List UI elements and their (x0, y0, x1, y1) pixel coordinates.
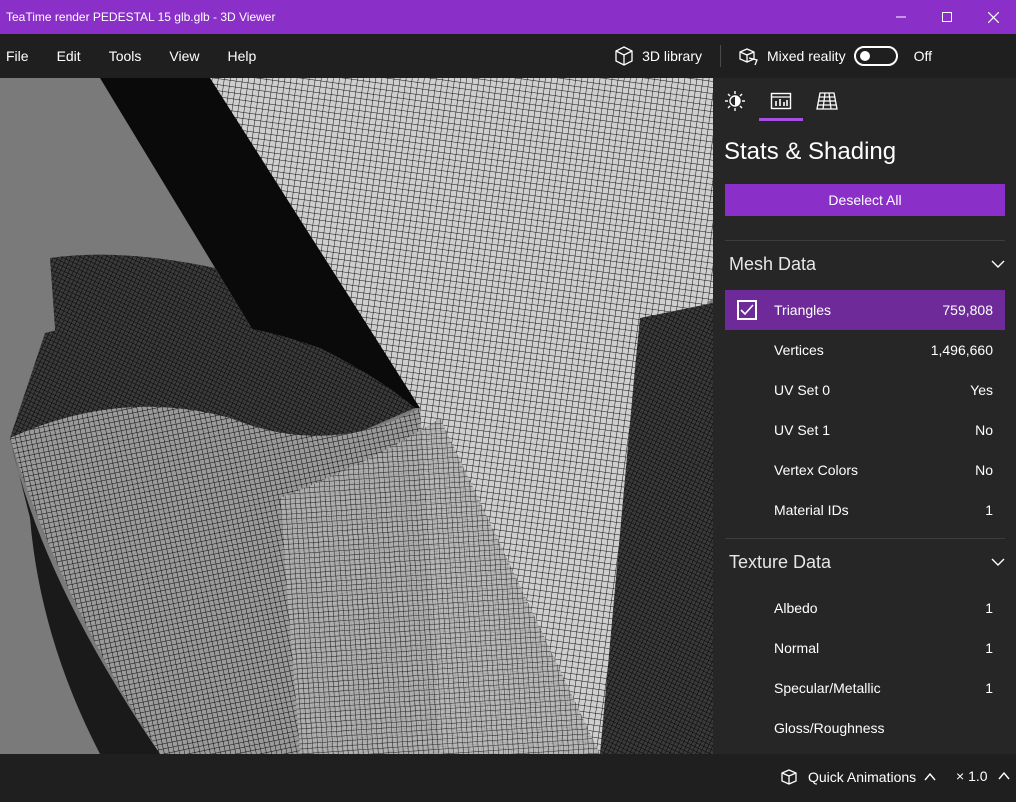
row-name: Specular/Metallic (774, 680, 881, 696)
tab-grid[interactable] (815, 90, 839, 120)
mixed-reality-control[interactable]: Mixed reality (727, 34, 908, 78)
menu-help[interactable]: Help (219, 34, 264, 78)
triangles-checkbox[interactable] (737, 300, 757, 320)
row-value: 1 (985, 502, 993, 518)
menu-file[interactable]: File (0, 34, 37, 78)
menu-bar: File Edit Tools View Help 3D library Mix… (0, 34, 1016, 78)
mesh-row-vertices[interactable]: Vertices 1,496,660 (725, 330, 1005, 370)
mixed-reality-state: Off (913, 48, 932, 64)
stats-panel: Stats & Shading Deselect All Mesh Data T… (713, 78, 1016, 754)
minimize-button[interactable] (878, 0, 924, 34)
3d-library-label: 3D library (642, 48, 702, 64)
title-bar: TeaTime render PEDESTAL 15 glb.glb - 3D … (0, 0, 1016, 34)
bottom-bar: Quick Animations × 1.0 (0, 754, 1016, 802)
row-name: UV Set 0 (774, 382, 831, 398)
row-value: Yes (970, 382, 993, 398)
close-icon (987, 11, 999, 23)
playback-speed-label: × 1.0 (956, 768, 988, 784)
row-value: 1 (985, 600, 993, 616)
row-name: Triangles (774, 302, 832, 318)
row-name: Normal (774, 640, 820, 656)
mesh-row-triangles[interactable]: Triangles 759,808 (725, 290, 1005, 330)
maximize-button[interactable] (924, 0, 970, 34)
window-title: TeaTime render PEDESTAL 15 glb.glb - 3D … (6, 10, 276, 24)
tab-lighting[interactable] (723, 90, 747, 120)
playback-speed-button[interactable]: × 1.0 (956, 768, 1010, 784)
checkmark-icon (740, 304, 754, 316)
mesh-row-material-ids[interactable]: Material IDs 1 (725, 490, 1005, 530)
texture-data-title: Texture Data (729, 551, 832, 572)
row-value: 759,808 (942, 302, 993, 318)
row-value: 1 (985, 640, 993, 656)
3d-library-button[interactable]: 3D library (602, 34, 714, 78)
deselect-all-button[interactable]: Deselect All (725, 184, 1005, 216)
row-name: Albedo (774, 600, 818, 616)
mesh-row-uv-set-1[interactable]: UV Set 1 No (725, 410, 1005, 450)
row-name: Vertex Colors (774, 462, 859, 478)
row-name: Gloss/Roughness (774, 720, 885, 736)
texture-row-normal[interactable]: Normal 1 (725, 628, 1005, 668)
maximize-icon (942, 12, 952, 22)
lighting-icon (725, 91, 745, 111)
mixed-reality-label: Mixed reality (766, 48, 846, 64)
tab-stats[interactable] (759, 90, 803, 121)
menu-separator (719, 45, 721, 67)
menu-left: File Edit Tools View Help (0, 34, 264, 78)
row-value: No (975, 462, 993, 478)
row-value: No (975, 422, 993, 438)
menu-tools[interactable]: Tools (101, 34, 150, 78)
3d-viewport[interactable] (0, 78, 713, 754)
row-value: 1 (985, 680, 993, 696)
close-button[interactable] (970, 0, 1016, 34)
mixed-reality-toggle[interactable] (853, 46, 898, 66)
texture-row-albedo[interactable]: Albedo 1 (725, 588, 1005, 628)
row-name: Vertices (774, 342, 824, 358)
panel-tabs (723, 90, 839, 121)
chevron-down-icon (991, 558, 1005, 566)
mesh-row-vertex-colors[interactable]: Vertex Colors No (725, 450, 1005, 490)
texture-row-gloss-roughness[interactable]: Gloss/Roughness (725, 708, 1005, 748)
quick-animations-label: Quick Animations (808, 769, 917, 785)
minimize-icon (896, 16, 906, 18)
row-name: UV Set 1 (774, 422, 831, 438)
stats-icon (770, 92, 792, 110)
mesh-row-uv-set-0[interactable]: UV Set 0 Yes (725, 370, 1005, 410)
toggle-knob (859, 51, 870, 61)
texture-row-specular-metallic[interactable]: Specular/Metallic 1 (725, 668, 1005, 708)
animation-cube-icon (781, 769, 797, 785)
mesh-data-header[interactable]: Mesh Data (729, 249, 1005, 279)
cube-icon (615, 46, 633, 66)
chevron-up-icon (924, 773, 936, 781)
row-value: 1,496,660 (930, 342, 993, 358)
menu-edit[interactable]: Edit (49, 34, 89, 78)
grid-icon (816, 92, 838, 110)
panel-title: Stats & Shading (724, 138, 897, 165)
chevron-up-icon (997, 772, 1010, 780)
menu-view[interactable]: View (161, 34, 207, 78)
wireframe-model (0, 78, 713, 754)
divider (725, 240, 1005, 241)
mixed-reality-icon (739, 48, 758, 66)
mesh-data-title: Mesh Data (729, 253, 817, 274)
chevron-down-icon (991, 260, 1005, 268)
quick-animations-button[interactable]: Quick Animations (780, 768, 936, 786)
menu-right: 3D library Mixed reality Off (602, 34, 1016, 78)
divider (725, 538, 1005, 539)
row-name: Material IDs (774, 502, 849, 518)
texture-data-header[interactable]: Texture Data (729, 547, 1005, 577)
